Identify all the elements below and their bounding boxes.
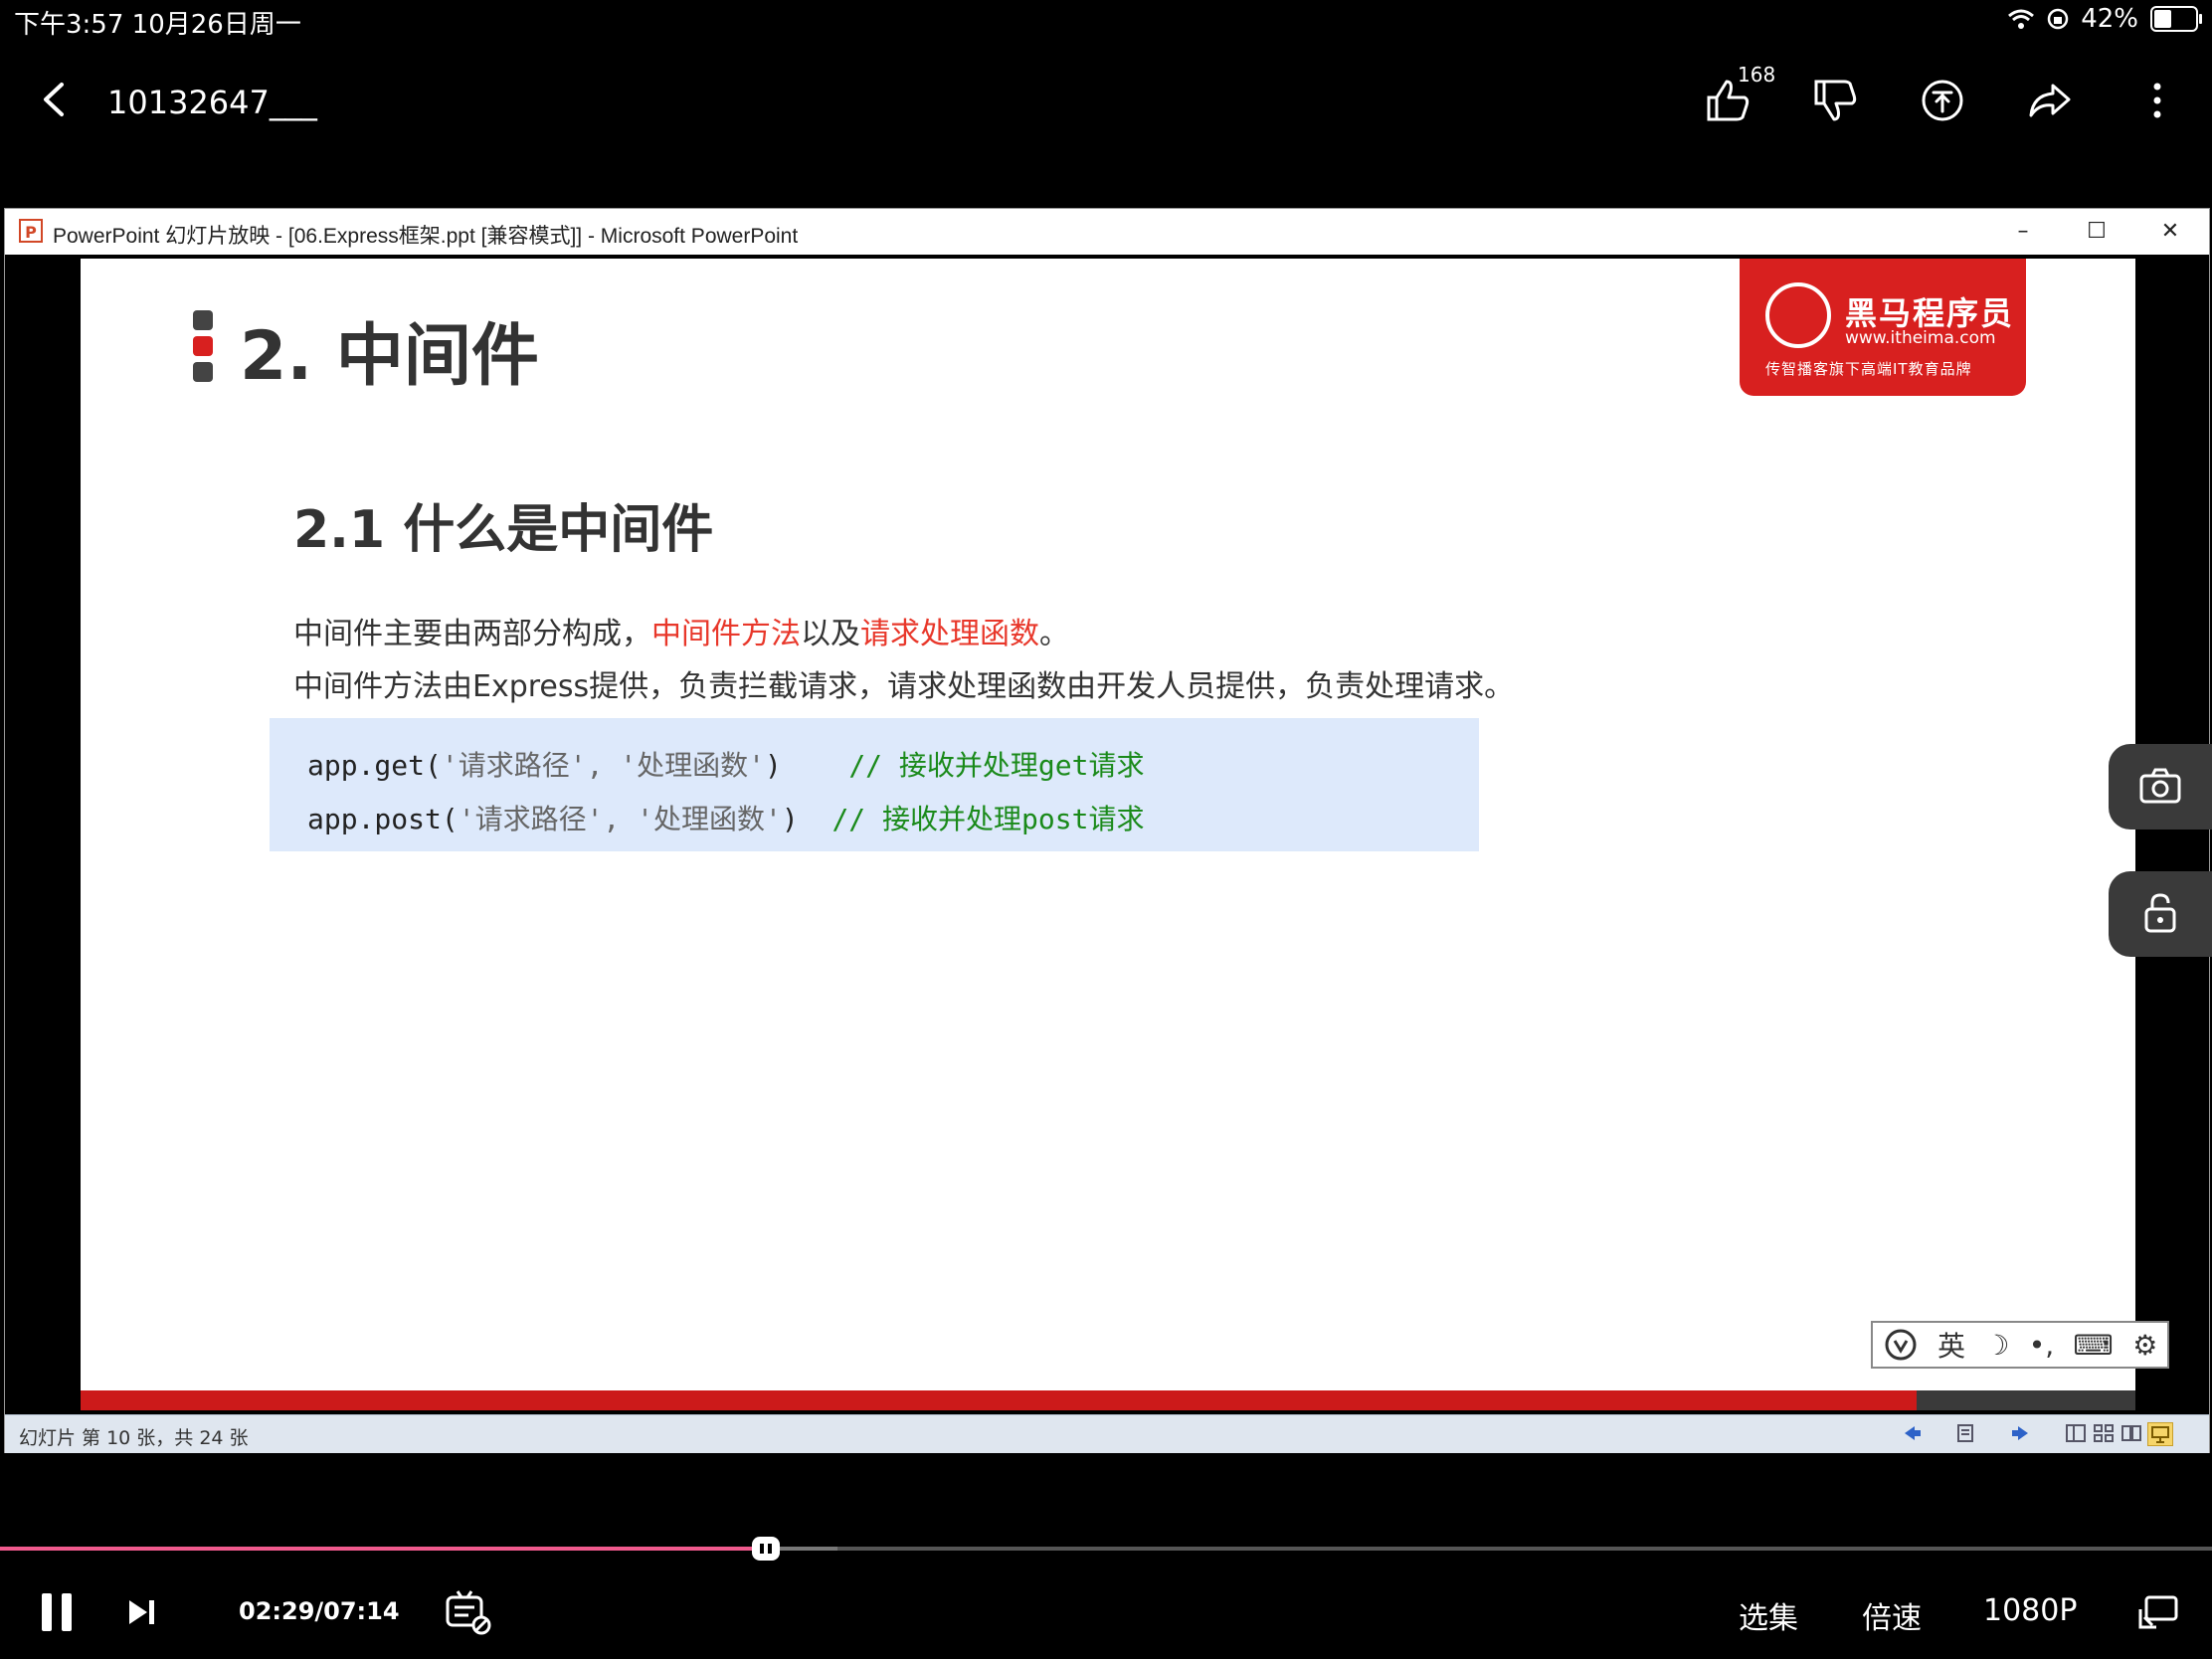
ppt-window-title: PowerPoint 幻灯片放映 - [06.Express框架.ppt [兼容…: [53, 225, 799, 248]
brand-slogan: 传智播客旗下高端IT教育品牌: [1765, 360, 1972, 378]
slide-heading: 2. 中间件: [240, 317, 539, 396]
keyboard-icon[interactable]: ⌨: [2073, 1329, 2113, 1362]
slide-paragraph-1: 中间件主要由两部分构成，中间件方法以及请求处理函数。: [293, 609, 1069, 652]
danmaku-icon[interactable]: [444, 1589, 491, 1635]
code-comment: // 接收并处理get请求: [848, 749, 1145, 782]
heading-bullet-top: [193, 310, 213, 330]
code-args: '请求路径', '处理函数': [458, 803, 782, 835]
ime-logo-icon[interactable]: [1883, 1327, 1919, 1363]
orientation-lock-icon: [2047, 8, 2069, 30]
punctuation-icon[interactable]: •,: [2029, 1329, 2054, 1362]
like-count: 168: [1738, 63, 1776, 87]
close-button[interactable]: ✕: [2140, 213, 2200, 251]
slide-paragraph-2: 中间件方法由Express提供，负责拦截请求，请求处理函数由开发人员提供，负责处…: [293, 669, 1515, 704]
slide-sorter-icon[interactable]: [2092, 1422, 2116, 1444]
slide-subheading: 2.1 什么是中间件: [293, 500, 714, 560]
powerpoint-logo-icon: P: [19, 219, 43, 243]
pause-icon[interactable]: [38, 1591, 78, 1633]
code-pad: [782, 749, 848, 782]
code-args: '请求路径', '处理函数': [441, 749, 766, 782]
progress-thumb[interactable]: [752, 1537, 780, 1561]
para1-prefix: 中间件主要由两部分构成，: [293, 617, 651, 651]
status-time-date: 下午3:57 10月26日周一: [14, 10, 301, 40]
horse-logo-icon: [1765, 282, 1831, 348]
brand-url: www.itheima.com: [1845, 328, 1996, 348]
slide-menu-icon[interactable]: [1954, 1422, 1978, 1444]
code-close: ): [781, 803, 799, 835]
battery-icon: [2150, 6, 2202, 32]
slide-footer-stripe-dark: [1917, 1390, 2135, 1410]
share-icon[interactable]: [2025, 76, 2075, 125]
video-title: 10132647___: [107, 84, 317, 121]
next-slide-icon[interactable]: [2008, 1422, 2032, 1444]
ppt-titlebar: P PowerPoint 幻灯片放映 - [06.Express框架.ppt […: [5, 209, 2209, 255]
status-right-group: 42%: [2007, 4, 2202, 34]
code-fn: app.get(: [307, 749, 442, 782]
code-fn: app.post(: [307, 803, 459, 835]
ppt-status-bar: 幻灯片 第 10 张，共 24 张: [5, 1414, 2209, 1453]
playback-time: 02:29/07:14: [239, 1597, 400, 1625]
minimize-button[interactable]: –: [1993, 213, 2053, 251]
ime-toolbar[interactable]: 英 ☽ •, ⌨ ⚙: [1871, 1321, 2169, 1369]
code-close: ): [765, 749, 782, 782]
lock-icon: [2144, 893, 2176, 933]
episodes-button[interactable]: 选集: [1739, 1593, 1798, 1637]
gear-icon[interactable]: ⚙: [2132, 1329, 2157, 1362]
back-icon[interactable]: [40, 82, 70, 117]
progress-fill: [0, 1547, 766, 1551]
slide-footer-stripe: [81, 1390, 2135, 1410]
para1-suffix: 。: [1039, 617, 1069, 651]
code-comment: // 接收并处理post请求: [831, 803, 1145, 835]
code-block: app.get('请求路径', '处理函数') // 接收并处理get请求 ap…: [270, 718, 1479, 851]
wifi-icon: [2008, 9, 2035, 29]
para1-highlight-2: 请求处理函数: [860, 617, 1039, 651]
code-pad: [799, 803, 832, 835]
moon-icon[interactable]: ☽: [1984, 1329, 2009, 1362]
quality-button[interactable]: 1080P: [1983, 1593, 2077, 1628]
normal-view-icon[interactable]: [2064, 1422, 2088, 1444]
heading-bullet-bottom: [193, 362, 213, 382]
powerpoint-window: P PowerPoint 幻灯片放映 - [06.Express框架.ppt […: [4, 208, 2210, 1453]
camera-icon: [2139, 768, 2181, 804]
ime-language-toggle[interactable]: 英: [1937, 1325, 1965, 1365]
thumbs-down-icon[interactable]: [1810, 76, 1860, 125]
heading-bullet-mid: [193, 336, 213, 356]
reading-view-icon[interactable]: [2120, 1422, 2143, 1444]
maximize-button[interactable]: ☐: [2067, 213, 2126, 251]
previous-slide-icon[interactable]: [1901, 1422, 1925, 1444]
para1-mid: 以及: [801, 617, 860, 651]
code-line-get: app.get('请求路径', '处理函数') // 接收并处理get请求: [307, 744, 1144, 784]
speed-button[interactable]: 倍速: [1862, 1593, 1922, 1637]
battery-percent: 42%: [2081, 4, 2138, 34]
slide: 2. 中间件 黑马程序员 www.itheima.com 传智播客旗下高端IT教…: [81, 259, 2135, 1410]
code-line-post: app.post('请求路径', '处理函数') // 接收并处理post请求: [307, 798, 1144, 837]
screen-lock-button[interactable]: [2109, 871, 2212, 957]
para1-highlight-1: 中间件方法: [651, 617, 801, 651]
next-icon[interactable]: [127, 1597, 159, 1627]
slideshow-view-icon[interactable]: [2147, 1422, 2173, 1446]
progress-thumb-icon: [760, 1544, 772, 1554]
slide-counter: 幻灯片 第 10 张，共 24 张: [19, 1427, 249, 1449]
more-icon[interactable]: [2132, 76, 2182, 125]
screenshot-button[interactable]: [2109, 744, 2212, 830]
cast-icon[interactable]: [2138, 1595, 2178, 1629]
brand-badge: 黑马程序员 www.itheima.com 传智播客旗下高端IT教育品牌: [1740, 259, 2026, 396]
coin-icon[interactable]: [1918, 76, 1967, 125]
